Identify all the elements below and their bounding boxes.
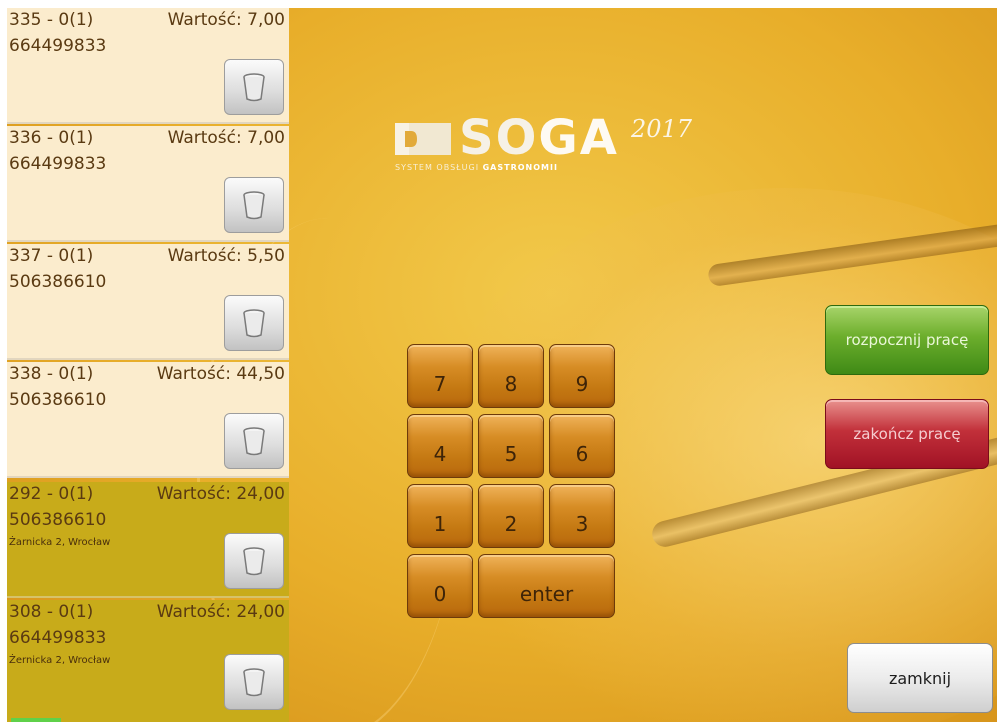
enter-key[interactable]: enter [478, 554, 615, 618]
order-value: Wartość: 24,00 [156, 602, 285, 622]
order-phone: 664499833 [9, 628, 107, 648]
key-6[interactable]: 6 [549, 414, 615, 478]
soga-logo: SOGA 2017 SYSTEM OBSŁUGI GASTRONOMII [395, 110, 725, 183]
close-button[interactable]: zamknij [847, 643, 993, 713]
order-id: 338 - 0(1) [9, 364, 94, 384]
delete-order-button[interactable] [224, 413, 284, 469]
order-id: 292 - 0(1) [9, 484, 94, 504]
key-3[interactable]: 3 [549, 484, 615, 548]
trash-icon [243, 73, 265, 102]
start-work-button[interactable]: rozpocznij pracę [825, 305, 989, 375]
key-0[interactable]: 0 [407, 554, 473, 618]
order-value: Wartość: 7,00 [167, 10, 285, 30]
delete-order-button[interactable] [224, 295, 284, 351]
delete-order-button[interactable] [224, 59, 284, 115]
key-8[interactable]: 8 [478, 344, 544, 408]
order-card[interactable]: 335 - 0(1) Wartość: 7,00 664499833 [7, 8, 289, 124]
order-address: Żernicka 2, Wrocław [9, 655, 111, 666]
delete-order-button[interactable] [224, 654, 284, 710]
logo-subtitle: SYSTEM OBSŁUGI GASTRONOMII [395, 163, 558, 172]
end-work-button[interactable]: zakończ pracę [825, 399, 989, 469]
app-window: 335 - 0(1) Wartość: 7,00 664499833 336 -… [7, 8, 997, 722]
order-card[interactable]: 308 - 0(1) Wartość: 24,00 664499833 Żern… [7, 600, 289, 722]
trash-icon [243, 191, 265, 220]
order-list: 335 - 0(1) Wartość: 7,00 664499833 336 -… [7, 8, 289, 722]
key-9[interactable]: 9 [549, 344, 615, 408]
order-card[interactable]: 336 - 0(1) Wartość: 7,00 664499833 [7, 126, 289, 242]
delete-order-button[interactable] [224, 177, 284, 233]
logo-year: 2017 [631, 115, 693, 143]
order-value: Wartość: 44,50 [156, 364, 285, 384]
order-card[interactable]: 337 - 0(1) Wartość: 5,50 506386610 [7, 244, 289, 360]
key-7[interactable]: 7 [407, 344, 473, 408]
order-value: Wartość: 24,00 [156, 484, 285, 504]
order-value: Wartość: 5,50 [167, 246, 285, 266]
key-5[interactable]: 5 [478, 414, 544, 478]
order-phone: 506386610 [9, 272, 107, 292]
delete-order-button[interactable] [224, 533, 284, 589]
order-value: Wartość: 7,00 [167, 128, 285, 148]
key-1[interactable]: 1 [407, 484, 473, 548]
trash-icon [243, 427, 265, 456]
order-phone: 664499833 [9, 154, 107, 174]
order-id: 336 - 0(1) [9, 128, 94, 148]
trash-icon [243, 309, 265, 338]
logo-name: SOGA [459, 110, 619, 166]
order-id: 308 - 0(1) [9, 602, 94, 622]
order-phone: 506386610 [9, 390, 107, 410]
trash-icon [243, 668, 265, 697]
order-address: Żarnicka 2, Wrocław [9, 537, 111, 548]
logo-mark-icon [395, 123, 451, 155]
key-4[interactable]: 4 [407, 414, 473, 478]
order-phone: 506386610 [9, 510, 107, 530]
numeric-keypad: 7 8 9 4 5 6 1 2 3 0 enter [407, 344, 619, 624]
order-id: 335 - 0(1) [9, 10, 94, 30]
key-2[interactable]: 2 [478, 484, 544, 548]
order-card[interactable]: 292 - 0(1) Wartość: 24,00 506386610 Żarn… [7, 482, 289, 598]
order-id: 337 - 0(1) [9, 246, 94, 266]
order-card[interactable]: 338 - 0(1) Wartość: 44,50 506386610 [7, 362, 289, 478]
trash-icon [243, 547, 265, 576]
order-phone: 664499833 [9, 36, 107, 56]
status-strip [11, 718, 61, 722]
